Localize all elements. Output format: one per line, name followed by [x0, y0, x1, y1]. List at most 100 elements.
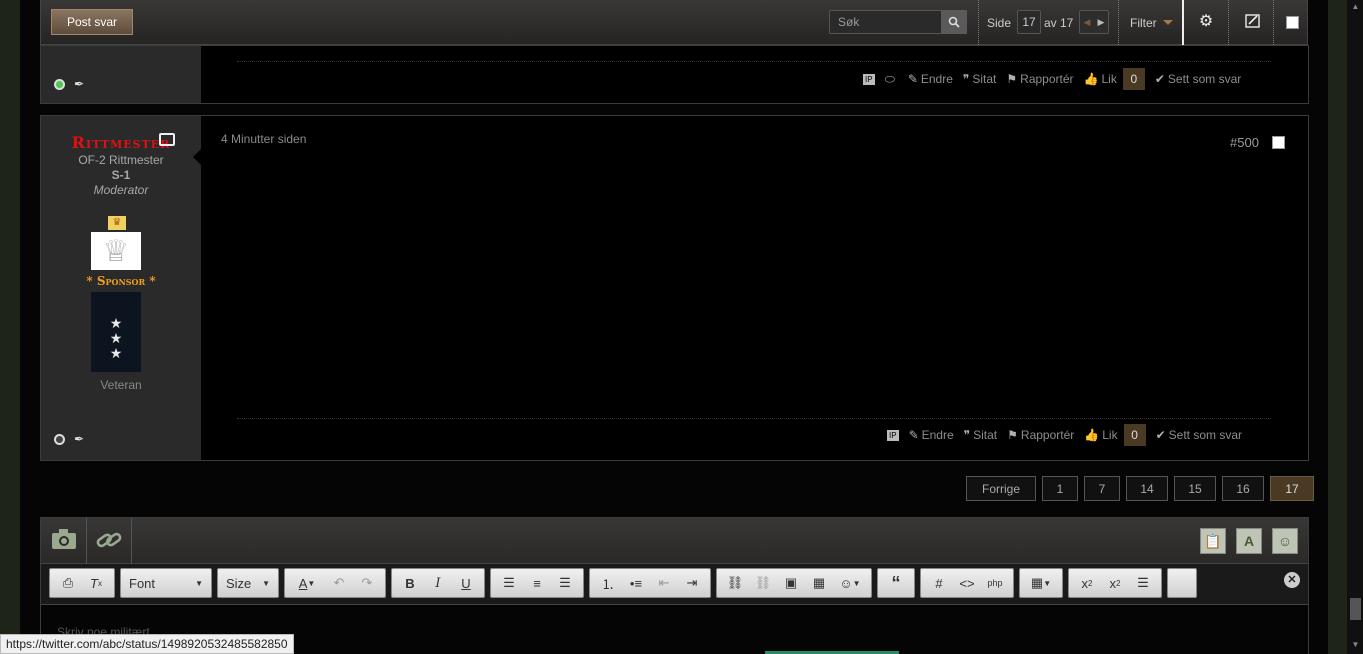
- pagination-prev[interactable]: Forrige: [966, 476, 1036, 501]
- horizontal-rule-icon[interactable]: ☰: [1129, 570, 1157, 596]
- post-actions: IP ⬭ ✎ Endre ❞ Sitat ⚑ Rapportér 👍 Lik 0 ✔ Se…: [853, 68, 1241, 90]
- chat-bubble-icon[interactable]: [159, 133, 175, 146]
- bold-icon[interactable]: B: [396, 570, 424, 596]
- scroll-up-icon[interactable]: ▲: [1350, 2, 1361, 11]
- image-icon[interactable]: ▣: [777, 570, 805, 596]
- align-left-icon[interactable]: ☰: [495, 570, 523, 596]
- emoji-icon[interactable]: ☺ ▼: [833, 570, 867, 596]
- report-link[interactable]: ⚑ Rapportér: [1007, 428, 1074, 442]
- pen-icon[interactable]: ✒: [74, 77, 84, 91]
- edit-window-icon[interactable]: [1244, 13, 1262, 31]
- edit-link[interactable]: ✎ Endre: [908, 72, 953, 86]
- pen-icon[interactable]: ✒: [74, 432, 84, 446]
- php-icon[interactable]: php: [981, 570, 1009, 596]
- post-select-checkbox[interactable]: [1272, 136, 1285, 149]
- page-scrollbar[interactable]: ▲ ▼: [1346, 0, 1363, 654]
- size-select[interactable]: Size ▼: [217, 568, 279, 598]
- pagination: Forrige 1 7 14 15 16 17: [966, 476, 1314, 501]
- toolbar-group-style: B I U: [391, 568, 485, 598]
- quote-link[interactable]: ❞ Sitat: [964, 428, 997, 442]
- insert-link-icon[interactable]: ⛓: [721, 570, 749, 596]
- superscript-icon[interactable]: x2: [1101, 570, 1129, 596]
- quote-link[interactable]: ❞ Sitat: [963, 72, 996, 86]
- bullet-list-icon[interactable]: •≡: [622, 570, 650, 596]
- thread-toolbar: Post svar Søk Side 17 av 17 ◀ ▶ Filter ⚙: [40, 0, 1308, 45]
- camera-icon[interactable]: [51, 528, 77, 556]
- veteran-label: Veteran: [100, 378, 142, 392]
- prev-page-icon[interactable]: ◀: [1084, 17, 1091, 28]
- font-color-icon[interactable]: A: [1236, 528, 1262, 554]
- indent-icon[interactable]: ⇥: [678, 570, 706, 596]
- code-icon[interactable]: <>: [953, 570, 981, 596]
- post-divider: [237, 61, 1271, 62]
- flag-icon: ⚑: [1006, 72, 1018, 86]
- toolbar-divider: [1228, 0, 1229, 45]
- filter-dropdown[interactable]: Filter: [1130, 16, 1157, 30]
- pagination-page[interactable]: 14: [1126, 476, 1168, 501]
- clear-format-icon[interactable]: Tx: [82, 570, 110, 596]
- page-total-label: av 17: [1044, 16, 1074, 30]
- redo-icon[interactable]: ↷: [353, 570, 381, 596]
- scroll-down-icon[interactable]: ▼: [1350, 640, 1361, 649]
- mark-answer-link[interactable]: ✔ Sett som svar: [1156, 428, 1242, 442]
- like-count-badge: 0: [1123, 424, 1146, 446]
- undo-icon[interactable]: ↶: [325, 570, 353, 596]
- report-link[interactable]: ⚑ Rapportér: [1006, 72, 1073, 86]
- formatting-toolbar: ⎙ Tx Font ▼ Size ▼ A ▼ ↶ ↷ B I U ☰ ≡ ☰ ⒈ •≡…: [49, 568, 1197, 598]
- smiley-icon[interactable]: ☺: [1272, 528, 1298, 554]
- outdent-icon[interactable]: ⇤: [650, 570, 678, 596]
- italic-icon[interactable]: I: [424, 570, 452, 596]
- close-editor-icon[interactable]: ✕: [1284, 572, 1300, 588]
- search-button[interactable]: [941, 10, 967, 34]
- link-icon[interactable]: [95, 528, 123, 558]
- source-icon[interactable]: ⎙: [54, 570, 82, 596]
- text-color-icon[interactable]: A ▼: [289, 570, 325, 596]
- post-500: Rittmester OF-2 Rittmester S-1 Moderator…: [40, 115, 1309, 461]
- blockquote-icon[interactable]: “: [882, 570, 910, 596]
- author-username[interactable]: Rittmester: [41, 133, 201, 152]
- eraser-icon[interactable]: ⬭: [885, 72, 898, 87]
- toolbar-group-insert: ⛓ ⛓ ▣ ▦ ☺ ▼: [716, 568, 872, 598]
- editor-divider: [131, 518, 132, 564]
- table-icon[interactable]: ▦ ▼: [1024, 570, 1058, 596]
- caret-down-icon: ▼: [195, 578, 203, 588]
- select-all-checkbox[interactable]: [1286, 16, 1299, 29]
- page-number-input[interactable]: 17: [1017, 10, 1041, 34]
- font-select[interactable]: Font ▼: [120, 568, 212, 598]
- post-number[interactable]: #500: [1230, 135, 1259, 150]
- unlink-icon[interactable]: ⛓: [749, 570, 777, 596]
- subscript-icon[interactable]: x2: [1073, 570, 1101, 596]
- pencil-icon: ✎: [908, 428, 919, 442]
- mark-answer-link[interactable]: ✔ Sett som svar: [1155, 72, 1241, 86]
- check-icon: ✔: [1154, 72, 1165, 86]
- like-link[interactable]: 👍 Lik: [1084, 428, 1117, 442]
- toolbar-extra-button[interactable]: [1167, 568, 1197, 598]
- ip-icon[interactable]: IP: [863, 73, 875, 85]
- check-icon: ✔: [1155, 428, 1166, 442]
- pagination-page[interactable]: 15: [1174, 476, 1216, 501]
- ordered-list-icon[interactable]: ⒈: [594, 570, 622, 596]
- underline-icon[interactable]: U: [452, 570, 480, 596]
- author-role: Moderator: [93, 183, 149, 197]
- ip-icon[interactable]: IP: [887, 429, 899, 441]
- like-link[interactable]: 👍 Lik: [1084, 72, 1117, 86]
- browser-status-url: https://twitter.com/abc/status/149892053…: [0, 634, 294, 654]
- flag-icon: ⚑: [1007, 428, 1018, 442]
- toolbar-group-source: ⎙ Tx: [49, 568, 115, 598]
- post-reply-button[interactable]: Post svar: [51, 9, 133, 35]
- media-icon[interactable]: ▦: [805, 570, 833, 596]
- pagination-page-current[interactable]: 17: [1270, 476, 1314, 501]
- edit-link[interactable]: ✎ Endre: [909, 428, 954, 442]
- gear-icon[interactable]: ⚙: [1197, 13, 1215, 31]
- pagination-page[interactable]: 16: [1222, 476, 1264, 501]
- pagination-page[interactable]: 7: [1084, 476, 1120, 501]
- pagination-page[interactable]: 1: [1042, 476, 1078, 501]
- next-page-icon[interactable]: ▶: [1098, 17, 1105, 28]
- align-center-icon[interactable]: ≡: [523, 570, 551, 596]
- clipboard-icon[interactable]: 📋: [1200, 528, 1226, 554]
- editor-divider: [86, 518, 87, 564]
- speech-tail: [193, 149, 201, 165]
- align-right-icon[interactable]: ☰: [551, 570, 579, 596]
- scrollbar-thumb[interactable]: [1350, 598, 1361, 620]
- hashtag-icon[interactable]: #: [925, 570, 953, 596]
